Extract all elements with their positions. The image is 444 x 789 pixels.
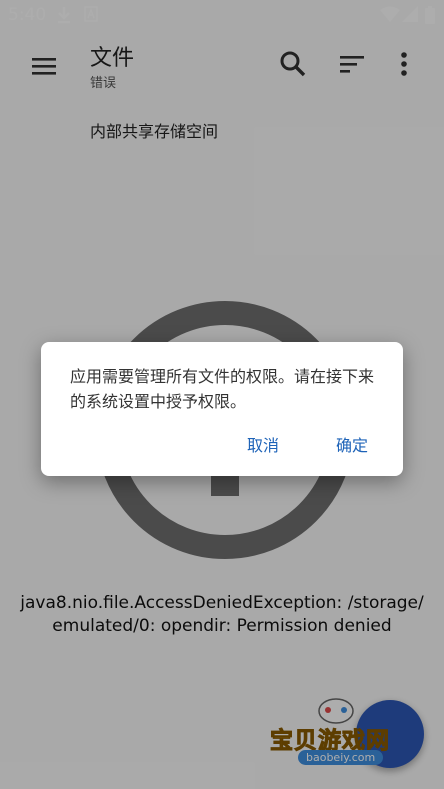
dialog-message: 应用需要管理所有文件的权限。请在接下来的系统设置中授予权限。	[70, 367, 375, 411]
app-screen: 5:40 文件 错误 内部共享存储空间 java8.nio.file.Acces…	[0, 0, 444, 789]
permission-dialog: 应用需要管理所有文件的权限。请在接下来的系统设置中授予权限。 取消 确定	[41, 342, 403, 476]
confirm-button[interactable]: 确定	[336, 432, 368, 456]
cancel-button[interactable]: 取消	[247, 432, 279, 456]
